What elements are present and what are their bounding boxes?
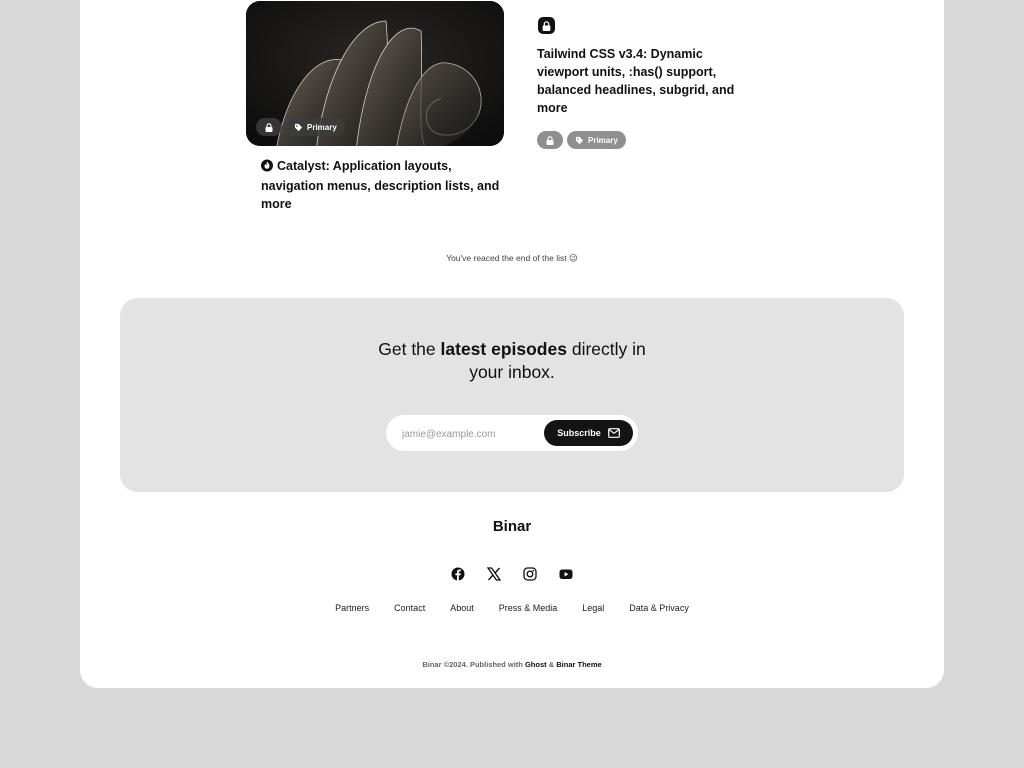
tag-label: Primary <box>307 122 337 132</box>
ghost-link[interactable]: Ghost <box>525 660 547 669</box>
lock-icon <box>538 17 555 34</box>
subscribe-label: Subscribe <box>557 428 601 438</box>
post-tags: Primary <box>256 118 345 136</box>
tag-primary[interactable]: Primary <box>286 118 345 136</box>
newsletter-heading: Get the latest episodes directly in your… <box>120 338 904 384</box>
footer-link-contact[interactable]: Contact <box>394 603 425 613</box>
footer-link-partners[interactable]: Partners <box>335 603 369 613</box>
post-title[interactable]: Tailwind CSS v3.4: Dynamic viewport unit… <box>537 45 737 117</box>
social-links <box>450 566 574 582</box>
tag-label: Primary <box>588 135 618 145</box>
subscribe-form: Subscribe <box>386 415 638 451</box>
footer-link-press-media[interactable]: Press & Media <box>499 603 558 613</box>
x-icon[interactable] <box>486 566 502 582</box>
footer-link-legal[interactable]: Legal <box>582 603 604 613</box>
footer-link-data-privacy[interactable]: Data & Privacy <box>629 603 689 613</box>
tag-icon <box>575 136 584 144</box>
heading-text: Get the <box>378 339 441 359</box>
subscribe-button[interactable]: Subscribe <box>544 420 633 446</box>
copyright-text: Binar ©2024. Published with <box>422 660 525 669</box>
heading-text: your inbox. <box>469 362 555 382</box>
heading-emphasis: latest episodes <box>440 339 567 359</box>
heading-text: directly in <box>566 339 646 359</box>
lock-icon <box>537 131 563 149</box>
footer-link-about[interactable]: About <box>450 603 474 613</box>
copyright-text: & <box>546 660 557 669</box>
youtube-icon[interactable] <box>558 566 574 582</box>
post-title[interactable]: Catalyst: Application layouts, navigatio… <box>261 157 501 213</box>
facebook-icon[interactable] <box>450 566 466 582</box>
end-of-list-note: You've reaced the end of the list 😉 <box>446 253 578 263</box>
footer-brand[interactable]: Binar <box>0 518 1024 535</box>
instagram-icon[interactable] <box>522 566 538 582</box>
fire-icon <box>261 159 273 177</box>
post-title-text: Catalyst: Application layouts, navigatio… <box>261 159 500 211</box>
mail-icon <box>607 428 620 438</box>
copyright: Binar ©2024. Published with Ghost & Bina… <box>0 660 1024 669</box>
newsletter-section: Get the latest episodes directly in your… <box>120 298 904 492</box>
theme-link[interactable]: Binar Theme <box>556 660 601 669</box>
tag-icon <box>294 123 303 131</box>
tag-primary[interactable]: Primary <box>567 131 626 149</box>
lock-icon <box>256 118 282 136</box>
footer-links: Partners Contact About Press & Media Leg… <box>0 603 1024 613</box>
email-input[interactable] <box>400 424 544 444</box>
post-tags: Primary <box>537 131 626 149</box>
